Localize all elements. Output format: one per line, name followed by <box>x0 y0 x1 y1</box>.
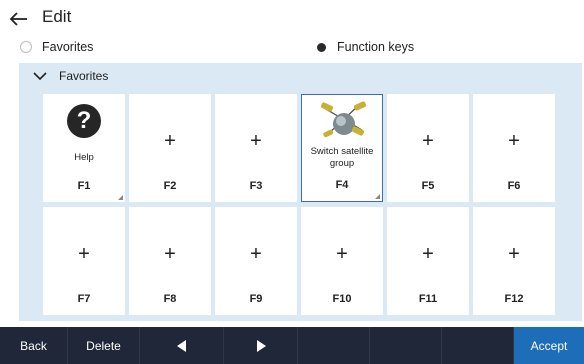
tile-key-label: F9 <box>249 293 263 305</box>
tile-f1[interactable]: ? Help F1 <box>43 94 125 202</box>
arrow-left-icon[interactable] <box>8 8 30 30</box>
tile-f11[interactable]: + F11 <box>387 207 469 315</box>
tile-f8[interactable]: + F8 <box>129 207 211 315</box>
plus-icon: + <box>422 243 434 265</box>
favorites-radio[interactable]: Favorites <box>20 40 93 54</box>
tile-key-label: F6 <box>507 180 521 192</box>
plus-icon: + <box>508 130 520 152</box>
favorites-radio-label: Favorites <box>42 40 94 54</box>
function-keys-radio-label: Function keys <box>337 40 415 54</box>
tile-key-label: F5 <box>421 180 435 192</box>
tile-key-label: F2 <box>163 180 177 192</box>
tile-f2[interactable]: + F2 <box>129 94 211 202</box>
tile-key-label: F3 <box>249 180 263 192</box>
corner-marker-icon <box>118 195 123 200</box>
tile-f7[interactable]: + F7 <box>43 207 125 315</box>
tile-key-label: F10 <box>332 293 352 305</box>
bottom-toolbar: Back Delete Accept <box>0 327 584 364</box>
header: Edit <box>0 0 584 36</box>
tile-key-label: F7 <box>77 293 91 305</box>
corner-marker-icon <box>375 194 380 199</box>
toolbar-empty-slot <box>298 327 370 364</box>
favorites-panel-header[interactable]: Favorites <box>33 67 108 85</box>
tile-caption-line1: Switch satellite <box>310 146 374 157</box>
tile-key-label: F1 <box>77 180 91 192</box>
plus-icon: + <box>336 243 348 265</box>
tile-f12[interactable]: + F12 <box>473 207 555 315</box>
tile-key-label: F4 <box>335 179 349 191</box>
tile-f3[interactable]: + F3 <box>215 94 297 202</box>
favorites-panel-title: Favorites <box>59 69 109 83</box>
function-keys-radio[interactable]: Function keys <box>316 40 414 54</box>
satellite-icon <box>320 101 367 138</box>
delete-button[interactable]: Delete <box>68 327 140 364</box>
plus-icon: + <box>164 130 176 152</box>
previous-button[interactable] <box>140 327 224 364</box>
tile-caption-line2: group <box>329 158 355 169</box>
radio-checked-icon <box>317 42 326 52</box>
plus-icon: + <box>508 243 520 265</box>
plus-icon: + <box>250 130 262 152</box>
mode-selector: Favorites Function keys <box>0 36 584 58</box>
toolbar-empty-slot <box>370 327 442 364</box>
chevron-down-icon <box>33 72 47 81</box>
radio-unchecked-icon <box>20 41 32 53</box>
page-title: Edit <box>42 7 72 26</box>
tile-f9[interactable]: + F9 <box>215 207 297 315</box>
back-button[interactable]: Back <box>0 327 68 364</box>
tile-f6[interactable]: + F6 <box>473 94 555 202</box>
favorites-panel: Favorites ? Help F1 + F2 + F3 Switch sat… <box>19 63 582 321</box>
accept-button[interactable]: Accept <box>514 327 584 364</box>
plus-icon: + <box>164 243 176 265</box>
tile-caption: Help <box>74 152 94 163</box>
plus-icon: + <box>250 243 262 265</box>
tile-key-label: F12 <box>504 293 524 305</box>
toolbar-empty-slot <box>442 327 514 364</box>
tile-f10[interactable]: + F10 <box>301 207 383 315</box>
next-button[interactable] <box>224 327 298 364</box>
plus-icon: + <box>78 243 90 265</box>
triangle-left-icon <box>176 339 186 352</box>
triangle-right-icon <box>256 339 266 352</box>
help-icon: ? <box>67 104 101 138</box>
plus-icon: + <box>422 130 434 152</box>
tile-key-label: F11 <box>418 293 438 305</box>
tile-key-label: F8 <box>163 293 177 305</box>
tile-f4[interactable]: Switch satellite group F4 <box>301 94 383 202</box>
tile-f5[interactable]: + F5 <box>387 94 469 202</box>
